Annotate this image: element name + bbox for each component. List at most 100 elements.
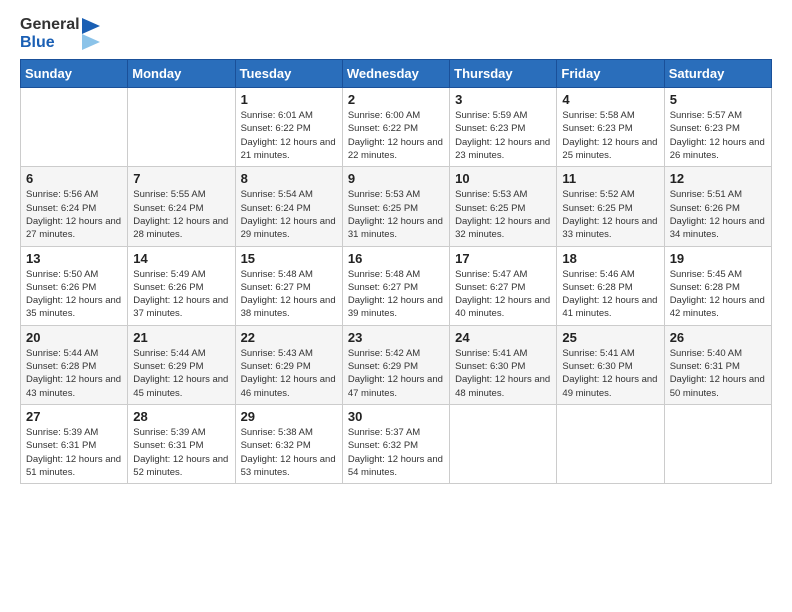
day-info: Sunrise: 5:47 AM Sunset: 6:27 PM Dayligh… — [455, 268, 551, 321]
day-info: Sunrise: 5:37 AM Sunset: 6:32 PM Dayligh… — [348, 426, 444, 479]
day-info: Sunrise: 5:49 AM Sunset: 6:26 PM Dayligh… — [133, 268, 229, 321]
day-info: Sunrise: 5:50 AM Sunset: 6:26 PM Dayligh… — [26, 268, 122, 321]
weekday-header-monday: Monday — [128, 60, 235, 88]
calendar-day-cell: 10 Sunrise: 5:53 AM Sunset: 6:25 PM Dayli… — [450, 167, 557, 246]
day-number: 17 — [455, 251, 551, 266]
day-number: 1 — [241, 92, 337, 107]
day-info: Sunrise: 5:39 AM Sunset: 6:31 PM Dayligh… — [26, 426, 122, 479]
day-number: 21 — [133, 330, 229, 345]
day-number: 27 — [26, 409, 122, 424]
day-info: Sunrise: 5:41 AM Sunset: 6:30 PM Dayligh… — [562, 347, 658, 400]
calendar-day-cell: 9 Sunrise: 5:53 AM Sunset: 6:25 PM Daylig… — [342, 167, 449, 246]
day-number: 29 — [241, 409, 337, 424]
weekday-header-row: SundayMondayTuesdayWednesdayThursdayFrid… — [21, 60, 772, 88]
day-number: 7 — [133, 171, 229, 186]
day-number: 26 — [670, 330, 766, 345]
day-info: Sunrise: 5:43 AM Sunset: 6:29 PM Dayligh… — [241, 347, 337, 400]
day-info: Sunrise: 5:52 AM Sunset: 6:25 PM Dayligh… — [562, 188, 658, 241]
day-number: 9 — [348, 171, 444, 186]
calendar-day-cell: 16 Sunrise: 5:48 AM Sunset: 6:27 PM Dayli… — [342, 246, 449, 325]
calendar-day-cell: 29 Sunrise: 5:38 AM Sunset: 6:32 PM Dayli… — [235, 404, 342, 483]
day-info: Sunrise: 6:00 AM Sunset: 6:22 PM Dayligh… — [348, 109, 444, 162]
day-number: 30 — [348, 409, 444, 424]
calendar-day-cell: 15 Sunrise: 5:48 AM Sunset: 6:27 PM Dayli… — [235, 246, 342, 325]
weekday-header-saturday: Saturday — [664, 60, 771, 88]
weekday-header-sunday: Sunday — [21, 60, 128, 88]
day-number: 20 — [26, 330, 122, 345]
day-info: Sunrise: 5:42 AM Sunset: 6:29 PM Dayligh… — [348, 347, 444, 400]
day-info: Sunrise: 5:48 AM Sunset: 6:27 PM Dayligh… — [241, 268, 337, 321]
calendar-week-row: 20 Sunrise: 5:44 AM Sunset: 6:28 PM Dayli… — [21, 325, 772, 404]
day-number: 10 — [455, 171, 551, 186]
day-info: Sunrise: 5:41 AM Sunset: 6:30 PM Dayligh… — [455, 347, 551, 400]
day-number: 3 — [455, 92, 551, 107]
calendar-day-cell: 30 Sunrise: 5:37 AM Sunset: 6:32 PM Dayli… — [342, 404, 449, 483]
day-info: Sunrise: 5:56 AM Sunset: 6:24 PM Dayligh… — [26, 188, 122, 241]
day-number: 8 — [241, 171, 337, 186]
calendar-day-cell: 18 Sunrise: 5:46 AM Sunset: 6:28 PM Dayli… — [557, 246, 664, 325]
day-number: 6 — [26, 171, 122, 186]
calendar-day-cell: 28Sunrise: 5:39 AM Sunset: 6:31 PM Dayli… — [128, 404, 235, 483]
weekday-header-thursday: Thursday — [450, 60, 557, 88]
calendar-day-cell: 22Sunrise: 5:43 AM Sunset: 6:29 PM Dayli… — [235, 325, 342, 404]
calendar-week-row: 6 Sunrise: 5:56 AM Sunset: 6:24 PM Daylig… — [21, 167, 772, 246]
day-number: 2 — [348, 92, 444, 107]
calendar-day-cell: 3Sunrise: 5:59 AM Sunset: 6:23 PM Daylig… — [450, 88, 557, 167]
day-number: 18 — [562, 251, 658, 266]
calendar-week-row: 27 Sunrise: 5:39 AM Sunset: 6:31 PM Dayli… — [21, 404, 772, 483]
calendar-empty-cell — [664, 404, 771, 483]
calendar-day-cell: 26Sunrise: 5:40 AM Sunset: 6:31 PM Dayli… — [664, 325, 771, 404]
logo-graphic: GeneralBlue — [20, 16, 100, 51]
day-number: 11 — [562, 171, 658, 186]
day-number: 14 — [133, 251, 229, 266]
day-number: 15 — [241, 251, 337, 266]
calendar-day-cell: 8 Sunrise: 5:54 AM Sunset: 6:24 PM Daylig… — [235, 167, 342, 246]
calendar-day-cell: 19Sunrise: 5:45 AM Sunset: 6:28 PM Dayli… — [664, 246, 771, 325]
day-number: 25 — [562, 330, 658, 345]
calendar-day-cell: 27 Sunrise: 5:39 AM Sunset: 6:31 PM Dayli… — [21, 404, 128, 483]
weekday-header-wednesday: Wednesday — [342, 60, 449, 88]
day-number: 19 — [670, 251, 766, 266]
calendar-day-cell: 7 Sunrise: 5:55 AM Sunset: 6:24 PM Daylig… — [128, 167, 235, 246]
day-info: Sunrise: 6:01 AM Sunset: 6:22 PM Dayligh… — [241, 109, 337, 162]
calendar-day-cell: 24 Sunrise: 5:41 AM Sunset: 6:30 PM Dayli… — [450, 325, 557, 404]
day-info: Sunrise: 5:44 AM Sunset: 6:28 PM Dayligh… — [26, 347, 122, 400]
day-info: Sunrise: 5:55 AM Sunset: 6:24 PM Dayligh… — [133, 188, 229, 241]
day-number: 24 — [455, 330, 551, 345]
logo-triangle-icon — [82, 18, 100, 50]
day-info: Sunrise: 5:48 AM Sunset: 6:27 PM Dayligh… — [348, 268, 444, 321]
day-info: Sunrise: 5:54 AM Sunset: 6:24 PM Dayligh… — [241, 188, 337, 241]
day-number: 5 — [670, 92, 766, 107]
day-number: 28 — [133, 409, 229, 424]
day-info: Sunrise: 5:51 AM Sunset: 6:26 PM Dayligh… — [670, 188, 766, 241]
calendar-empty-cell — [450, 404, 557, 483]
calendar-empty-cell — [21, 88, 128, 167]
calendar-day-cell: 21 Sunrise: 5:44 AM Sunset: 6:29 PM Dayli… — [128, 325, 235, 404]
day-number: 12 — [670, 171, 766, 186]
day-number: 13 — [26, 251, 122, 266]
calendar-week-row: 1 Sunrise: 6:01 AM Sunset: 6:22 PM Daylig… — [21, 88, 772, 167]
calendar-day-cell: 17 Sunrise: 5:47 AM Sunset: 6:27 PM Dayli… — [450, 246, 557, 325]
calendar-week-row: 13 Sunrise: 5:50 AM Sunset: 6:26 PM Dayli… — [21, 246, 772, 325]
calendar-day-cell: 14 Sunrise: 5:49 AM Sunset: 6:26 PM Dayli… — [128, 246, 235, 325]
weekday-header-friday: Friday — [557, 60, 664, 88]
day-info: Sunrise: 5:46 AM Sunset: 6:28 PM Dayligh… — [562, 268, 658, 321]
day-number: 16 — [348, 251, 444, 266]
day-info: Sunrise: 5:53 AM Sunset: 6:25 PM Dayligh… — [348, 188, 444, 241]
calendar-day-cell: 23Sunrise: 5:42 AM Sunset: 6:29 PM Dayli… — [342, 325, 449, 404]
day-info: Sunrise: 5:57 AM Sunset: 6:23 PM Dayligh… — [670, 109, 766, 162]
day-info: Sunrise: 5:53 AM Sunset: 6:25 PM Dayligh… — [455, 188, 551, 241]
calendar-day-cell: 2 Sunrise: 6:00 AM Sunset: 6:22 PM Daylig… — [342, 88, 449, 167]
calendar-day-cell: 25 Sunrise: 5:41 AM Sunset: 6:30 PM Dayli… — [557, 325, 664, 404]
day-info: Sunrise: 5:44 AM Sunset: 6:29 PM Dayligh… — [133, 347, 229, 400]
calendar-day-cell: 4Sunrise: 5:58 AM Sunset: 6:23 PM Daylig… — [557, 88, 664, 167]
calendar-empty-cell — [557, 404, 664, 483]
calendar-day-cell: 5 Sunrise: 5:57 AM Sunset: 6:23 PM Daylig… — [664, 88, 771, 167]
day-info: Sunrise: 5:38 AM Sunset: 6:32 PM Dayligh… — [241, 426, 337, 479]
calendar-empty-cell — [128, 88, 235, 167]
calendar-day-cell: 20 Sunrise: 5:44 AM Sunset: 6:28 PM Dayli… — [21, 325, 128, 404]
weekday-header-tuesday: Tuesday — [235, 60, 342, 88]
calendar-day-cell: 12 Sunrise: 5:51 AM Sunset: 6:26 PM Dayli… — [664, 167, 771, 246]
calendar-day-cell: 6 Sunrise: 5:56 AM Sunset: 6:24 PM Daylig… — [21, 167, 128, 246]
day-info: Sunrise: 5:58 AM Sunset: 6:23 PM Dayligh… — [562, 109, 658, 162]
